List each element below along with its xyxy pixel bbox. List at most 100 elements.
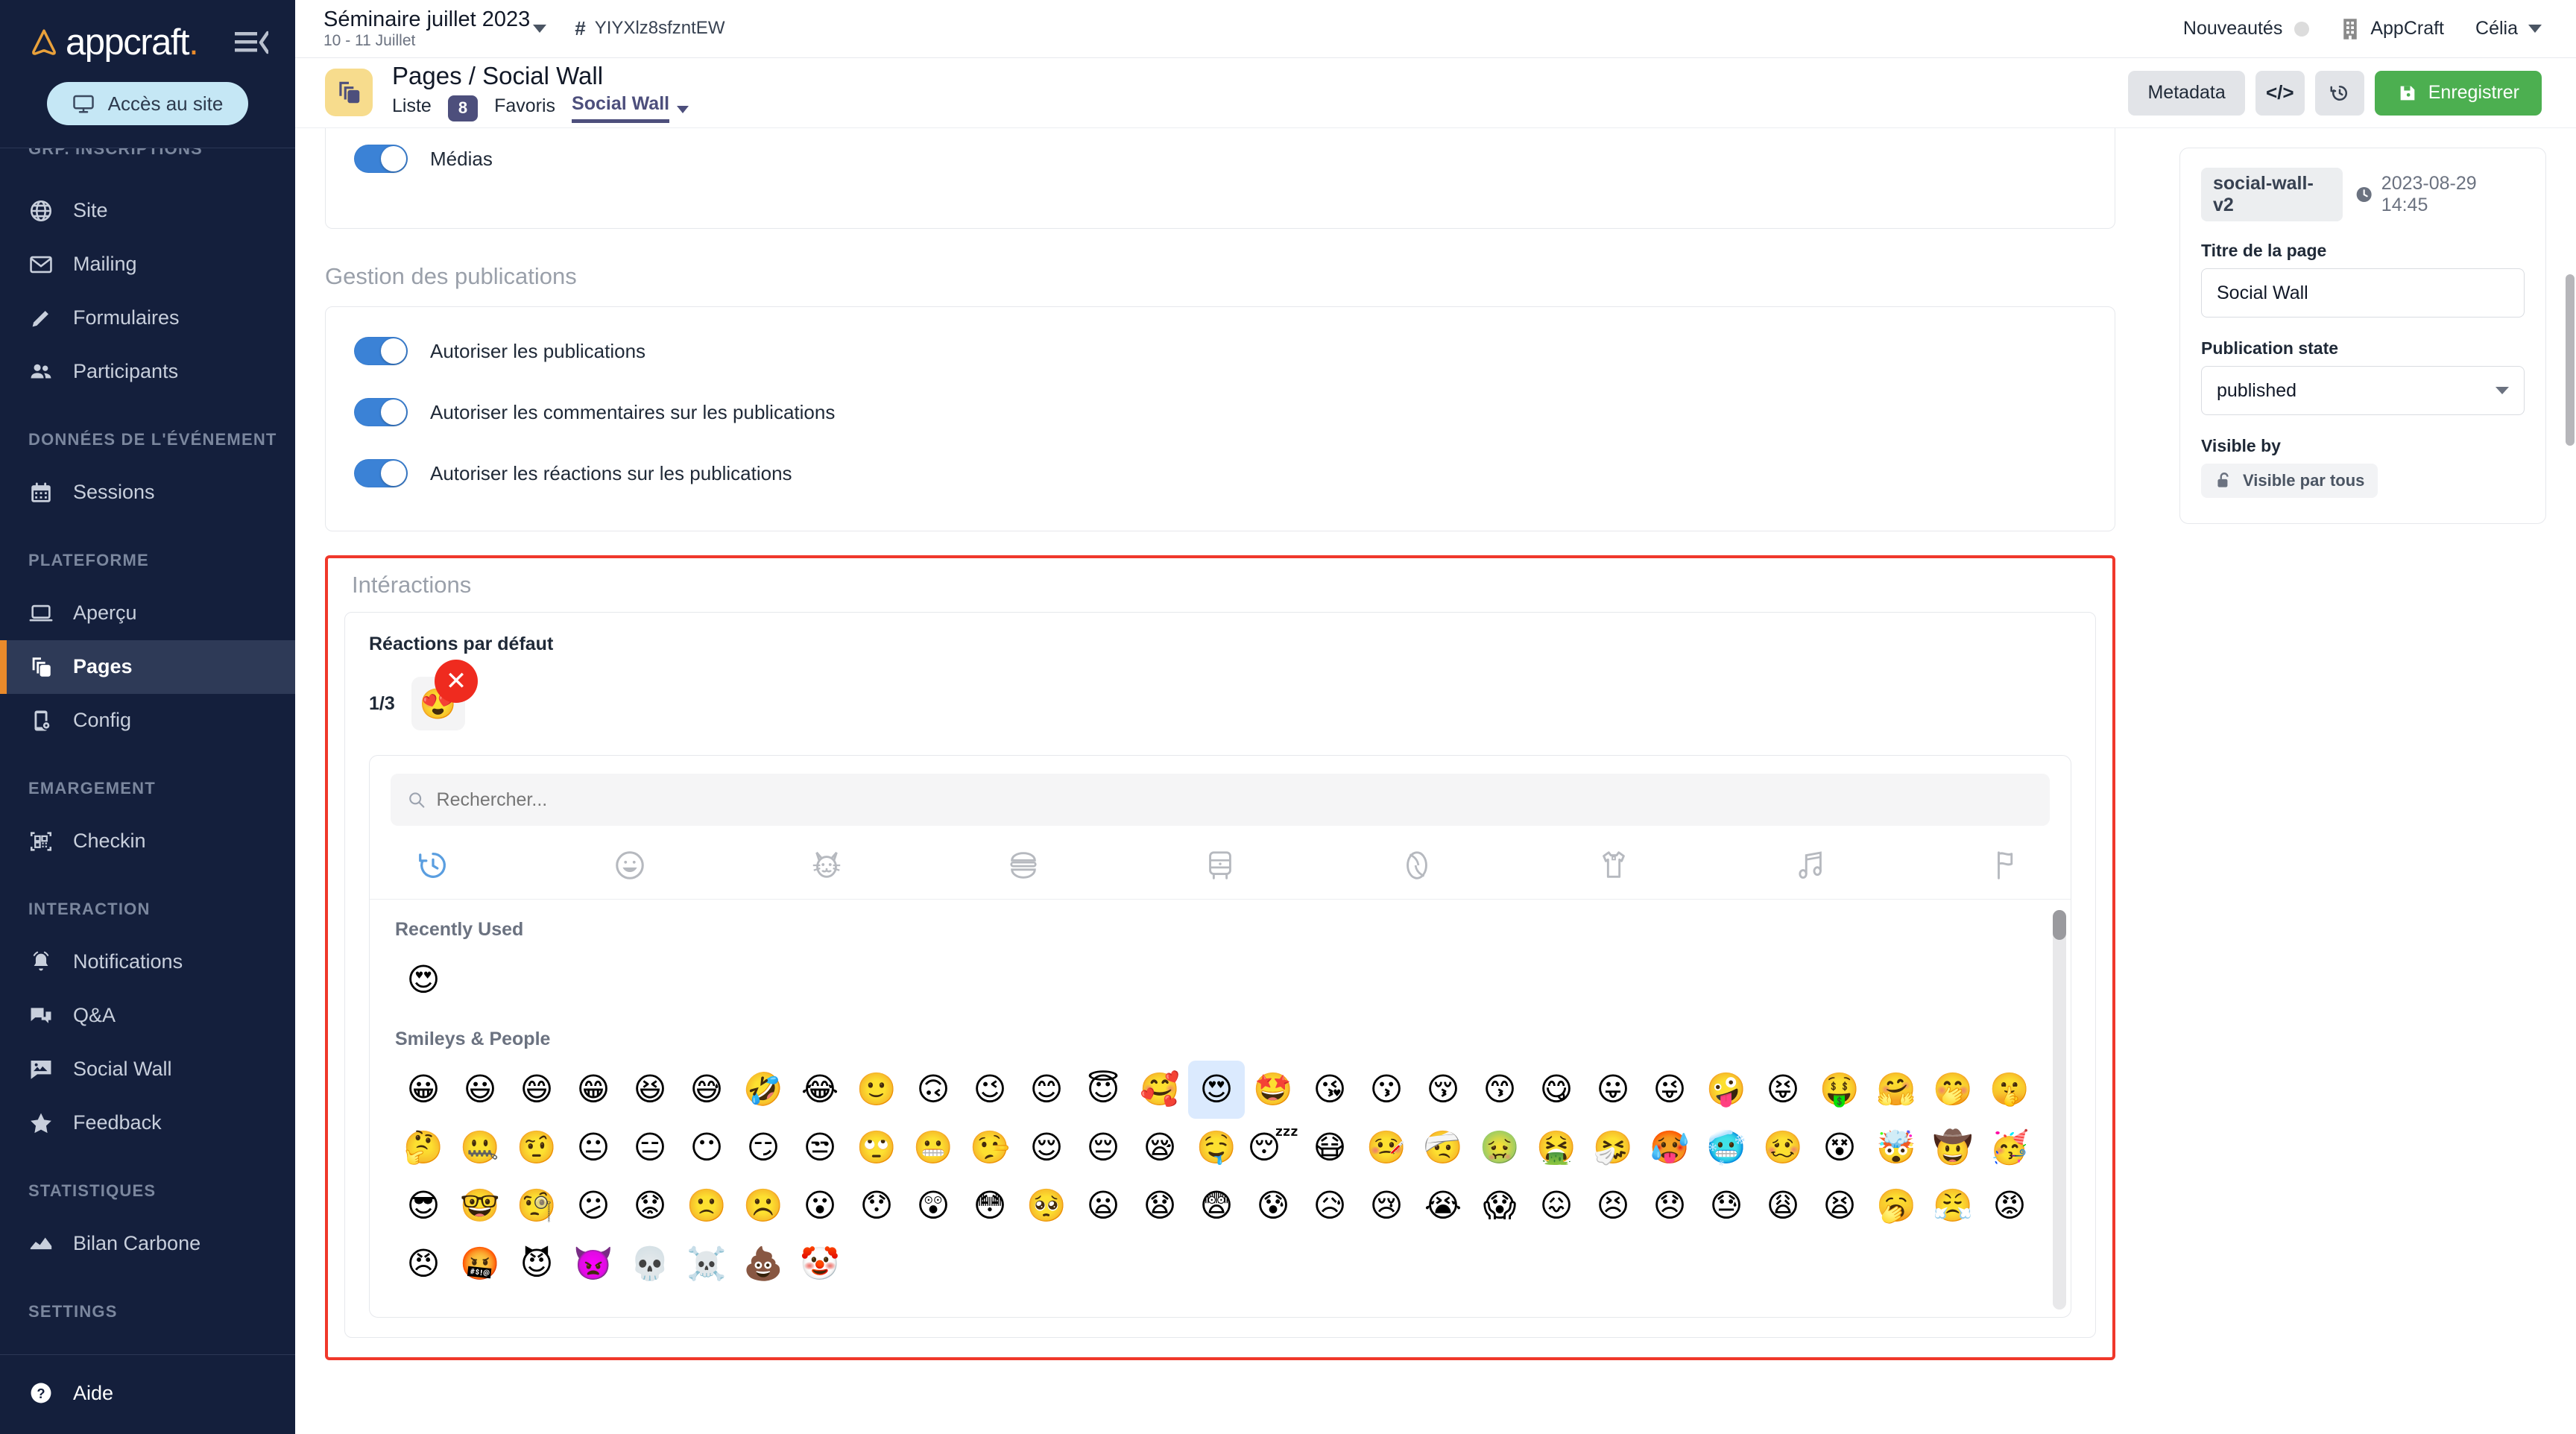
emoji-cell[interactable]: 🥺 — [1018, 1177, 1075, 1235]
emoji-cell[interactable]: 😁 — [565, 1061, 622, 1119]
sidebar-item-mailing[interactable]: Mailing — [0, 238, 295, 291]
page-title-input[interactable] — [2201, 268, 2525, 318]
scrollbar-thumb[interactable] — [2053, 910, 2066, 940]
media-toggle[interactable] — [354, 145, 408, 173]
emoji-cell[interactable]: 🤨 — [508, 1119, 565, 1177]
sidebar-item-sessions[interactable]: Sessions — [0, 466, 295, 519]
emoji-cell[interactable]: 😫 — [1811, 1177, 1868, 1235]
sidebar-item-bilan-carbone[interactable]: Bilan Carbone — [0, 1217, 295, 1271]
emoji-cell[interactable]: 😩 — [1755, 1177, 1811, 1235]
emoji-cell[interactable]: 😉 — [962, 1061, 1018, 1119]
emoji-cell[interactable]: 😙 — [1471, 1061, 1528, 1119]
emoji-cell[interactable]: 🤫 — [1981, 1061, 2038, 1119]
emoji-cell[interactable]: 😘 — [1301, 1061, 1358, 1119]
news-button[interactable]: Nouveautés — [2183, 18, 2310, 40]
emoji-cell[interactable]: 😒 — [792, 1119, 848, 1177]
emoji-cell[interactable]: 🤬 — [452, 1235, 508, 1293]
emoji-cell[interactable]: 😥 — [1301, 1177, 1358, 1235]
emoji-cell[interactable]: 🥳 — [1981, 1119, 2038, 1177]
tshirt-icon[interactable] — [1597, 848, 1631, 882]
emoji-cell[interactable]: 🤯 — [1868, 1119, 1925, 1177]
appcraft-logo[interactable]: appcraft. — [28, 24, 199, 61]
emoji-cell[interactable]: 🤢 — [1471, 1119, 1528, 1177]
emoji-cell[interactable]: 😭 — [1415, 1177, 1471, 1235]
emoji-cell[interactable]: 💩 — [735, 1235, 792, 1293]
emoji-cell[interactable]: 😍 — [1188, 1061, 1245, 1119]
emoji-cell[interactable]: 😲 — [905, 1177, 962, 1235]
emoji-cell[interactable]: 😄 — [508, 1061, 565, 1119]
emoji-cell[interactable]: 😏 — [735, 1119, 792, 1177]
user-menu[interactable]: Célia — [2475, 18, 2542, 40]
emoji-cell[interactable]: 😶 — [678, 1119, 735, 1177]
emoji-cell[interactable]: 😑 — [622, 1119, 678, 1177]
emoji-cell[interactable]: 🙁 — [678, 1177, 735, 1235]
emoji-cell[interactable]: 🤮 — [1528, 1119, 1585, 1177]
emoji-cell[interactable]: 🥱 — [1868, 1177, 1925, 1235]
smileys-people-grid[interactable]: 😀 😃 😄 😁 😆 😅 🤣 😂 🙂 🙃 😉 😊 😇 🥰 😍 🤩 😘 😗 😚 😙 😋 😛 😜 🤪 😝 🤑 🤗 🤭 🤫 🤔 🤐 🤨 😐 😑 😶 😏 😒 🙄 😬 🤥… — [395, 1061, 2051, 1293]
remove-reaction-button[interactable]: ✕ — [435, 660, 478, 703]
code-view-button[interactable]: </> — [2255, 70, 2305, 116]
emoji-picker-body[interactable]: Recently Used 😍 Smileys & People 😀 😃 😄 😁 😆 😅 🤣… — [370, 900, 2071, 1317]
smiley-icon[interactable] — [613, 848, 647, 882]
emoji-cell[interactable]: ☠️ — [678, 1235, 735, 1293]
emoji-cell[interactable]: 😌 — [1018, 1119, 1075, 1177]
burger-icon[interactable] — [1006, 848, 1041, 882]
metadata-button[interactable]: Metadata — [2128, 70, 2245, 116]
emoji-cell[interactable]: 🤑 — [1811, 1061, 1868, 1119]
emoji-cell[interactable]: 😀 — [395, 1061, 452, 1119]
sidebar-item-participants[interactable]: Participants — [0, 345, 295, 399]
music-icon[interactable] — [1793, 848, 1828, 882]
emoji-cell[interactable]: 😈 — [508, 1235, 565, 1293]
emoji-cell[interactable]: 😋 — [1528, 1061, 1585, 1119]
emoji-cell[interactable]: 😮 — [792, 1177, 848, 1235]
emoji-cell[interactable]: 🥴 — [1755, 1119, 1811, 1177]
emoji-cell[interactable]: 😆 — [622, 1061, 678, 1119]
emoji-cell[interactable]: 😇 — [1075, 1061, 1131, 1119]
sidebar-item-checkin[interactable]: Checkin — [0, 815, 295, 868]
history-button[interactable] — [2314, 70, 2364, 116]
emoji-cell[interactable]: 🤪 — [1698, 1061, 1755, 1119]
emoji-cell[interactable]: 🤐 — [452, 1119, 508, 1177]
event-selector[interactable]: Séminaire juillet 2023 10 - 11 Juillet — [323, 7, 547, 49]
emoji-cell[interactable]: 😅 — [678, 1061, 735, 1119]
sidebar-item-aide[interactable]: ? Aide — [0, 1368, 295, 1418]
chevron-down-icon[interactable] — [677, 105, 689, 113]
emoji-cell[interactable]: 😵 — [1811, 1119, 1868, 1177]
emoji-cell[interactable]: 🧐 — [508, 1177, 565, 1235]
emoji-cell[interactable]: 😛 — [1585, 1061, 1641, 1119]
emoji-cell[interactable]: 😃 — [452, 1061, 508, 1119]
tab-favoris[interactable]: Favoris — [494, 95, 555, 121]
emoji-cell[interactable]: 😳 — [962, 1177, 1018, 1235]
emoji-cell[interactable]: 😟 — [622, 1177, 678, 1235]
sidebar-item-config[interactable]: Config — [0, 694, 295, 748]
emoji-cell[interactable]: 🥶 — [1698, 1119, 1755, 1177]
emoji-cell[interactable]: 😣 — [1585, 1177, 1641, 1235]
emoji-cell[interactable]: 😦 — [1075, 1177, 1131, 1235]
tab-liste[interactable]: Liste — [392, 95, 432, 121]
emoji-cell[interactable]: 😢 — [1358, 1177, 1415, 1235]
emoji-cell[interactable]: 😓 — [1698, 1177, 1755, 1235]
sidebar-item-notifications[interactable]: Notifications — [0, 935, 295, 989]
sidebar-item-feedback[interactable]: Feedback — [0, 1096, 295, 1150]
emoji-cell[interactable]: 🙃 — [905, 1061, 962, 1119]
emoji-cell[interactable]: 🙂 — [848, 1061, 905, 1119]
cat-icon[interactable] — [809, 848, 844, 882]
emoji-cell[interactable]: 😞 — [1641, 1177, 1698, 1235]
emoji-cell[interactable]: 🤒 — [1358, 1119, 1415, 1177]
flag-icon[interactable] — [1990, 848, 2024, 882]
emoji-cell[interactable]: 👿 — [565, 1235, 622, 1293]
emoji-cell[interactable]: 😝 — [1755, 1061, 1811, 1119]
allow-reactions-toggle[interactable] — [354, 459, 408, 487]
emoji-cell[interactable]: 💀 — [622, 1235, 678, 1293]
emoji-cell[interactable]: 😐 — [565, 1119, 622, 1177]
tab-social-wall[interactable]: Social Wall — [572, 94, 670, 123]
emoji-cell[interactable]: 🥰 — [1131, 1061, 1188, 1119]
emoji-cell[interactable]: 😱 — [1471, 1177, 1528, 1235]
recent-icon[interactable] — [416, 848, 450, 882]
sidebar-item-param-technique[interactable]: Param. Technique — [0, 1338, 295, 1354]
allow-comments-toggle[interactable] — [354, 398, 408, 426]
emoji-cell[interactable]: 🤧 — [1585, 1119, 1641, 1177]
recently-used-grid[interactable]: 😍 — [395, 951, 2051, 1009]
allow-publications-toggle[interactable] — [354, 337, 408, 365]
emoji-cell[interactable]: 😔 — [1075, 1119, 1131, 1177]
